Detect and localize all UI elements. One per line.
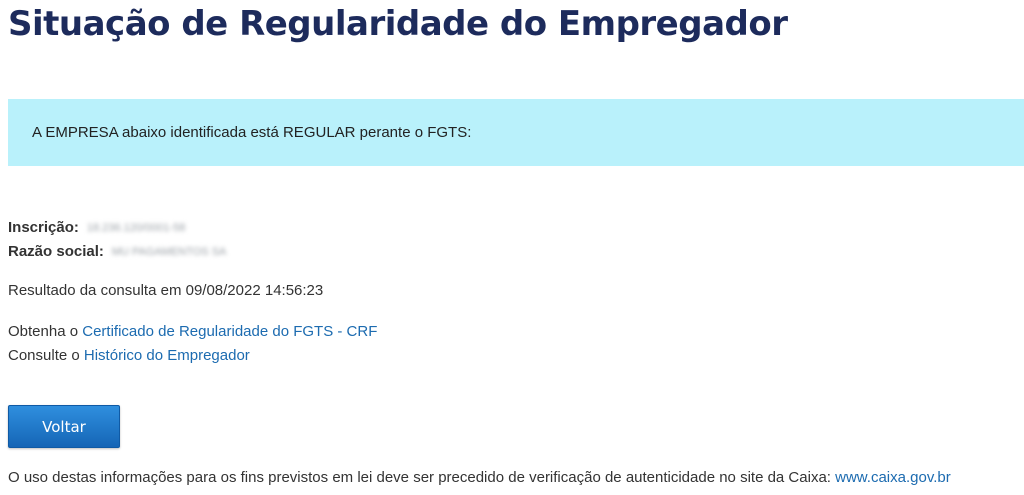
razao-social-row: Razão social: MU PAGAMENTOS SA — [8, 243, 226, 260]
crf-prefix: Obtenha o — [8, 323, 83, 340]
historico-link[interactable]: Histórico do Empregador — [84, 347, 250, 364]
footer-text: O uso destas informações para os fins pr… — [8, 469, 836, 486]
crf-row: Obtenha o Certificado de Regularidade do… — [8, 323, 377, 340]
voltar-button[interactable]: Voltar — [8, 405, 120, 448]
alert-message: A EMPRESA abaixo identificada está REGUL… — [32, 124, 472, 141]
historico-row: Consulte o Histórico do Empregador — [8, 347, 250, 364]
caixa-site-link[interactable]: www.caixa.gov.br — [835, 469, 951, 486]
razao-social-label: Razão social: — [8, 243, 104, 260]
page: Situação de Regularidade do Empregador A… — [0, 0, 1024, 495]
historico-prefix: Consulte o — [8, 347, 84, 364]
razao-social-value: MU PAGAMENTOS SA — [111, 246, 227, 259]
result-timestamp: Resultado da consulta em 09/08/2022 14:5… — [8, 282, 324, 299]
inscricao-value: 18.236.120/0001-58 — [86, 222, 186, 235]
inscricao-row: Inscrição: 18.236.120/0001-58 — [8, 219, 185, 236]
inscricao-label: Inscrição: — [8, 219, 79, 236]
voltar-button-label: Voltar — [42, 417, 86, 436]
crf-link[interactable]: Certificado de Regularidade do FGTS - CR… — [82, 323, 377, 340]
page-title: Situação de Regularidade do Empregador — [8, 4, 788, 44]
regularity-alert: A EMPRESA abaixo identificada está REGUL… — [8, 99, 1024, 166]
footer-disclaimer: O uso destas informações para os fins pr… — [8, 469, 951, 486]
